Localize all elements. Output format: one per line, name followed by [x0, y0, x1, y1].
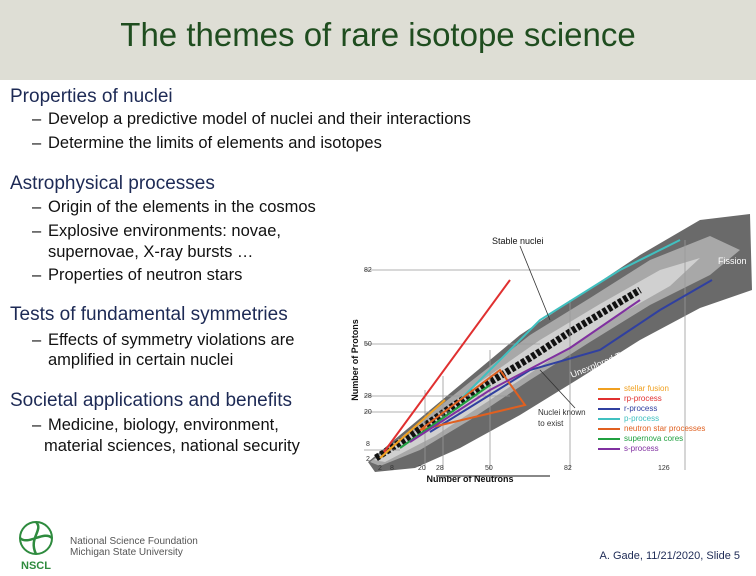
org-msu: Michigan State University — [70, 547, 183, 558]
bullet-text: Properties of neutron stars — [48, 266, 243, 284]
nscl-logo: NSCL — [19, 521, 53, 572]
x-tick-label: 8 — [390, 465, 394, 472]
legend-label-neutron-star: neutron star processes — [624, 424, 705, 433]
bullet-item: – Origin of the elements in the cosmos — [32, 198, 316, 216]
x-tick-label: 50 — [485, 465, 493, 472]
slide-info: A. Gade, 11/21/2020, Slide 5 — [599, 550, 740, 562]
x-tick-label: 82 — [564, 465, 572, 472]
y-axis-label: Number of Protons — [350, 319, 360, 401]
x-tick-label: 2 — [378, 465, 382, 472]
bullet-text: Effects of symmetry violations are — [48, 331, 295, 349]
section-heading-astrophysics: Astrophysical processes — [10, 173, 215, 194]
bullet-item: – Determine the limits of elements and is… — [32, 134, 382, 152]
x-tick-label: 28 — [436, 465, 444, 472]
logo-text: NSCL — [21, 560, 51, 572]
y-tick-label: 2 — [366, 456, 370, 463]
y-tick-label: 20 — [364, 409, 372, 416]
bullet-item: – Medicine, biology, environment, — [32, 416, 279, 434]
y-tick-label: 50 — [364, 341, 372, 348]
to-exist-label: to exist — [538, 419, 564, 428]
bullet-item: – Develop a predictive model of nuclei an… — [32, 110, 471, 128]
y-tick-label: 82 — [364, 267, 372, 274]
nuclei-known-label: Nuclei known — [538, 408, 586, 417]
legend-label-rp-process: rp-process — [624, 394, 662, 403]
bullet-continuation: material sciences, national security — [44, 437, 300, 455]
x-tick-label: 126 — [658, 465, 670, 472]
section-heading-properties: Properties of nuclei — [10, 86, 173, 107]
legend-label-r-process: r-process — [624, 404, 657, 413]
bullet-item: – Effects of symmetry violations are — [32, 331, 295, 349]
bullet-text: Determine the limits of elements and iso… — [48, 134, 382, 152]
slide-title: The themes of rare isotope science — [120, 16, 636, 53]
bullet-item: – Properties of neutron stars — [32, 266, 243, 284]
legend-label-supernova-cores: supernova cores — [624, 434, 683, 443]
stable-nuclei-label: Stable nuclei — [492, 236, 544, 246]
fission-label: Fission — [718, 256, 747, 266]
bullet-item: – Explosive environments: novae, — [32, 222, 281, 240]
section-heading-symmetries: Tests of fundamental symmetries — [10, 304, 288, 325]
bullet-continuation: supernovae, X-ray bursts … — [48, 243, 254, 261]
legend-label-s-process: s-process — [624, 444, 659, 453]
y-tick-label: 28 — [364, 393, 372, 400]
y-tick-label: 8 — [366, 441, 370, 448]
nuclear-chart-diagram: Stable nuclei Fission Unexplored Territo… — [340, 200, 756, 490]
x-tick-label: 20 — [418, 465, 426, 472]
bullet-text: Develop a predictive model of nuclei and… — [48, 110, 471, 128]
legend-label-p-process: p-process — [624, 414, 659, 423]
legend-label-stellar-fusion: stellar fusion — [624, 384, 669, 393]
bullet-text: Origin of the elements in the cosmos — [48, 198, 316, 216]
bullet-text: Explosive environments: novae, — [48, 222, 281, 240]
section-heading-societal: Societal applications and benefits — [10, 390, 293, 411]
org-nsf: National Science Foundation — [70, 536, 198, 547]
bullet-text: Medicine, biology, environment, — [48, 416, 279, 434]
bullet-continuation: amplified in certain nuclei — [48, 351, 234, 369]
